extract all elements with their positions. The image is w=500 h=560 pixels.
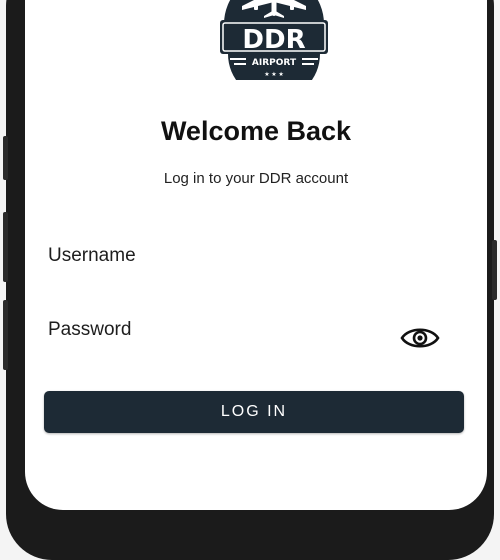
login-button[interactable]: LOG IN	[44, 391, 464, 433]
volume-up-button	[3, 136, 8, 180]
volume-down-button	[3, 212, 8, 282]
logo-subtext: AIRPORT	[252, 58, 297, 68]
password-label: Password	[48, 319, 132, 340]
eye-icon[interactable]	[400, 325, 440, 351]
username-label: Username	[48, 245, 136, 266]
airplane-logo: DDR AIRPORT ★ ★ ★	[220, 0, 328, 80]
page-title: Welcome Back	[160, 116, 352, 146]
page-subtitle: Log in to your DDR account	[163, 170, 349, 187]
phone-frame: DDR AIRPORT ★ ★ ★ Welcome Back Log in to…	[3, 0, 497, 560]
svg-text:★ ★ ★: ★ ★ ★	[264, 71, 283, 78]
screen: DDR AIRPORT ★ ★ ★ Welcome Back Log in to…	[25, 0, 487, 510]
side-button	[3, 300, 8, 370]
power-button	[492, 240, 497, 300]
password-input[interactable]	[43, 344, 381, 376]
username-input[interactable]	[43, 270, 431, 302]
logo-text: DDR	[242, 25, 305, 55]
